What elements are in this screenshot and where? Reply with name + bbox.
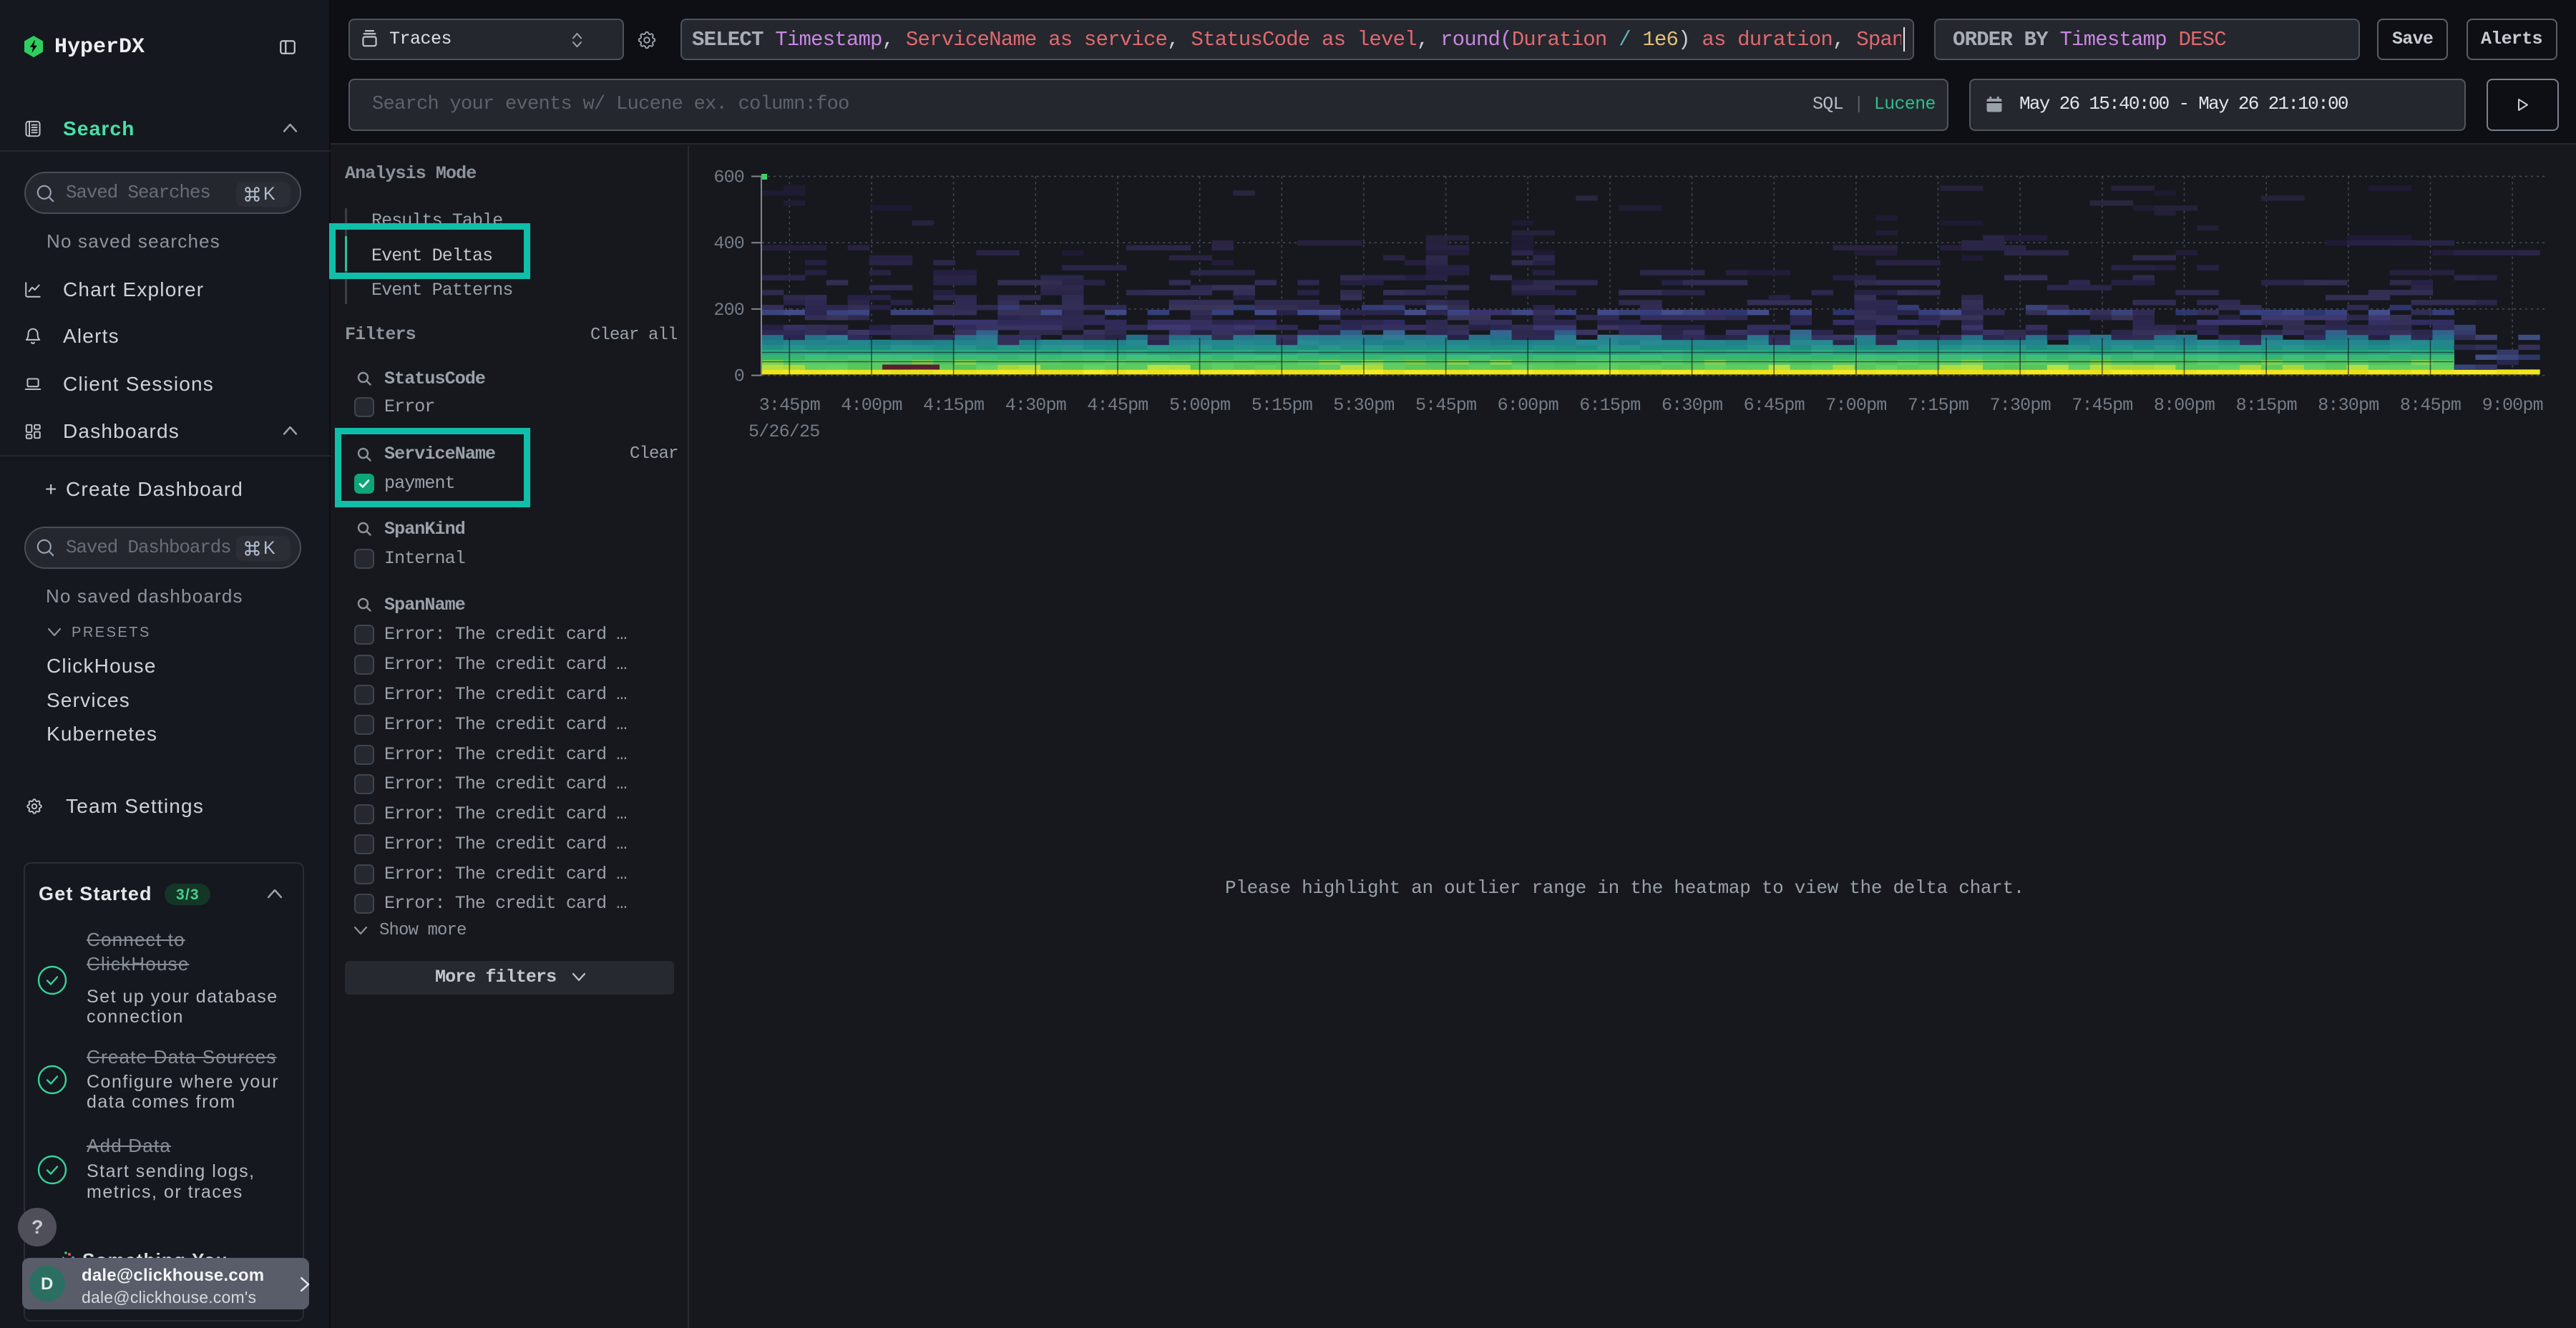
svg-text:400: 400: [713, 233, 744, 254]
svg-text:5:00pm: 5:00pm: [1169, 395, 1230, 416]
svg-text:7:45pm: 7:45pm: [2072, 395, 2132, 416]
svg-text:5:45pm: 5:45pm: [1415, 395, 1476, 416]
svg-text:6:00pm: 6:00pm: [1498, 395, 1558, 416]
svg-text:6:45pm: 6:45pm: [1744, 395, 1805, 416]
svg-text:6:15pm: 6:15pm: [1579, 395, 1640, 416]
svg-text:4:30pm: 4:30pm: [1005, 395, 1066, 416]
svg-text:200: 200: [713, 300, 744, 321]
svg-text:7:15pm: 7:15pm: [1908, 395, 1968, 416]
svg-text:7:30pm: 7:30pm: [1990, 395, 2051, 416]
svg-text:4:00pm: 4:00pm: [841, 395, 902, 416]
svg-text:8:30pm: 8:30pm: [2318, 395, 2379, 416]
svg-text:8:15pm: 8:15pm: [2236, 395, 2297, 416]
svg-text:8:45pm: 8:45pm: [2400, 395, 2461, 416]
svg-text:4:45pm: 4:45pm: [1087, 395, 1148, 416]
svg-text:5:30pm: 5:30pm: [1333, 395, 1394, 416]
svg-text:4:15pm: 4:15pm: [923, 395, 984, 416]
svg-text:5/26/25: 5/26/25: [748, 421, 819, 442]
svg-text:0: 0: [734, 366, 744, 387]
svg-text:600: 600: [713, 167, 744, 188]
svg-text:9:00pm: 9:00pm: [2482, 395, 2543, 416]
svg-text:3:45pm: 3:45pm: [759, 395, 820, 416]
svg-text:7:00pm: 7:00pm: [1825, 395, 1886, 416]
svg-text:8:00pm: 8:00pm: [2154, 395, 2215, 416]
svg-text:5:15pm: 5:15pm: [1252, 395, 1312, 416]
svg-text:6:30pm: 6:30pm: [1662, 395, 1722, 416]
